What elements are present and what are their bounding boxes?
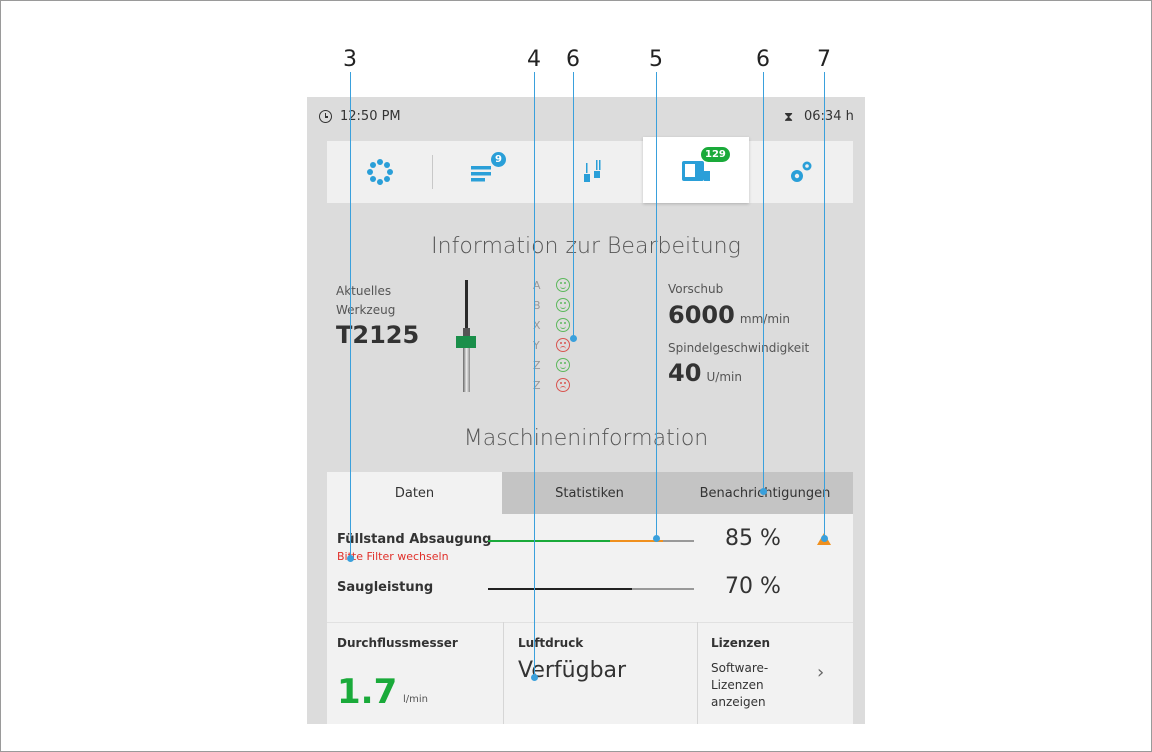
tab-statistiken[interactable]: Statistiken (502, 472, 677, 514)
fill-level-bar-green (488, 540, 610, 542)
nav-tools[interactable] (538, 141, 643, 203)
feed-value-row: 6000 mm/min (668, 301, 790, 329)
card-divider (697, 622, 698, 724)
flow-value: 1.7 (337, 672, 398, 712)
spindle-value-row: 40 U/min (668, 359, 742, 387)
callout-number: 6 (756, 47, 770, 72)
callout-dot (570, 335, 577, 342)
machine-data-panel: Füllstand Absaugung Bitte Filter wechsel… (327, 514, 853, 724)
sad-face-icon (556, 378, 570, 392)
callout-leader (763, 72, 764, 491)
sad-face-icon (556, 338, 570, 352)
machine-badge: 129 (701, 147, 730, 162)
happy-face-icon (556, 298, 570, 312)
current-tool-label-line1: Aktuelles (336, 284, 392, 298)
row-divider (327, 622, 853, 623)
suction-bar-fill (488, 588, 632, 590)
callout-dot (531, 674, 538, 681)
suction-value: 70 % (725, 574, 781, 599)
nav-jobs[interactable]: 9 (433, 141, 538, 203)
suction-bar (488, 588, 694, 590)
processing-title: Information zur Bearbeitung (431, 234, 741, 259)
callout-number: 3 (343, 47, 357, 72)
machine-tabs: Daten Statistiken Benachrichtigungen (327, 472, 853, 514)
happy-face-icon (556, 318, 570, 332)
callout-dot (760, 488, 767, 495)
licenses-title: Lizenzen (711, 636, 771, 650)
suction-label: Saugleistung (337, 580, 434, 595)
callout-number: 5 (649, 47, 663, 72)
jobs-badge: 9 (491, 152, 506, 167)
status-bar: 12:50 PM ⧗ 06:34 h (307, 97, 865, 137)
dots-circle-icon (366, 159, 393, 185)
spindle-label: Spindelgeschwindigkeit (668, 341, 810, 355)
callout-leader (824, 72, 825, 538)
tool-image (453, 280, 479, 392)
tools-icon (583, 160, 600, 182)
machine-screen: 12:50 PM ⧗ 06:34 h 9 129 Information zur… (307, 97, 865, 724)
current-tool-label-line2: Werkzeug (336, 303, 396, 317)
callout-dot (653, 535, 660, 542)
feed-value: 6000 (668, 301, 735, 329)
callout-leader (656, 72, 657, 538)
happy-face-icon (556, 278, 570, 292)
machine-info-title: Maschineninformation (463, 426, 709, 451)
spindle-unit: U/min (706, 370, 742, 384)
nav-machine[interactable]: 129 (643, 137, 749, 203)
callout-leader (534, 72, 535, 677)
flow-title: Durchflussmesser (337, 636, 458, 650)
hourglass-icon: ⧗ (784, 110, 794, 125)
callout-dot (347, 555, 354, 562)
card-divider (503, 622, 504, 724)
callout-number: 4 (527, 47, 541, 72)
callout-leader (573, 72, 574, 338)
current-tool-label: Aktuelles Werkzeug (336, 282, 395, 320)
fill-level-value: 85 % (725, 526, 781, 551)
callout-number: 7 (817, 47, 831, 72)
nav-overview[interactable] (327, 141, 432, 203)
flow-unit: l/min (403, 694, 429, 705)
nav-settings[interactable] (749, 141, 853, 203)
clock-icon (319, 110, 332, 123)
licenses-link[interactable]: Software-Lizenzen anzeigen (711, 660, 771, 711)
feed-unit: mm/min (739, 312, 790, 326)
callout-number: 6 (566, 47, 580, 72)
callout-dot (821, 535, 828, 542)
callout-leader (350, 72, 351, 560)
tab-daten[interactable]: Daten (327, 472, 502, 514)
happy-face-icon (556, 358, 570, 372)
fill-level-label: Füllstand Absaugung (337, 532, 492, 547)
chevron-right-icon[interactable]: › (817, 662, 824, 683)
status-duration: 06:34 h (804, 109, 854, 124)
spindle-value: 40 (668, 359, 702, 387)
main-navigation: 9 129 (327, 137, 853, 203)
air-pressure-title: Luftdruck (518, 636, 584, 650)
feed-label: Vorschub (668, 282, 724, 296)
current-tool-value: T2125 (336, 321, 420, 349)
gears-icon (791, 161, 812, 182)
fill-level-bar (488, 540, 694, 542)
